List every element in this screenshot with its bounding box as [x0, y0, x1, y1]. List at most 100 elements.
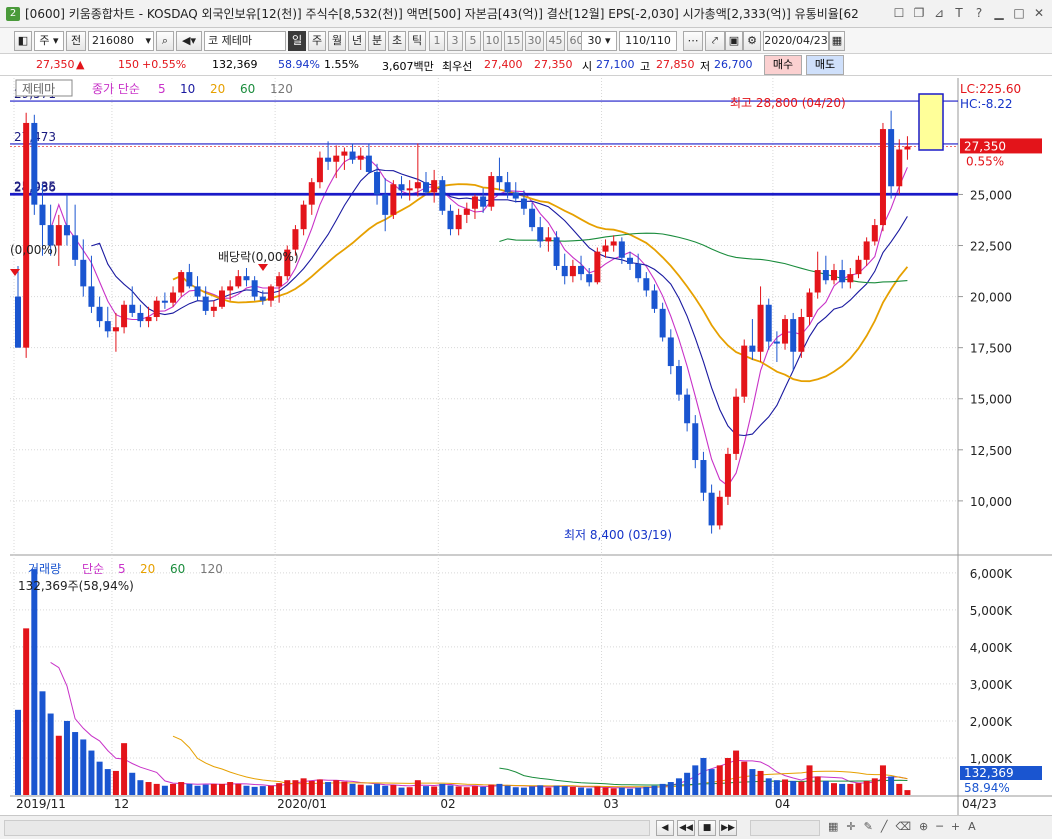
interval-button-6[interactable]: 45 [546, 31, 565, 51]
volume-value: 132,369 [212, 58, 258, 71]
volume-bar [790, 780, 797, 795]
volume-bar [871, 778, 878, 795]
gear-icon[interactable]: ⚙ [743, 31, 761, 51]
restore-icon[interactable]: ❐ [912, 6, 926, 20]
link-icon[interactable]: ⊿ [932, 6, 946, 20]
help-icon[interactable]: ? [972, 6, 986, 20]
buy-button[interactable]: 매수 [764, 55, 802, 75]
interval-button-3[interactable]: 10 [483, 31, 502, 51]
volume-bar [194, 785, 201, 795]
dash-tool-icon[interactable]: ─ [936, 820, 943, 833]
interval-button-4[interactable]: 15 [504, 31, 523, 51]
volume-bar [504, 785, 511, 795]
period-button-1[interactable]: 주 [308, 31, 326, 51]
stock-name-field[interactable]: 코 제테마 [204, 31, 286, 51]
pen-tool-icon[interactable]: ✎ [864, 820, 873, 833]
volume-bar [235, 783, 242, 795]
date-field[interactable]: 2020/04/23 [763, 31, 829, 51]
volume-ratio: 58.94% [278, 58, 320, 71]
volume-legend-ma-5: 5 [118, 562, 126, 576]
volume-bar [675, 778, 682, 795]
candle-body [243, 276, 250, 281]
zoom-in-icon[interactable]: + [951, 820, 960, 833]
interval-button-1[interactable]: 3 [447, 31, 463, 51]
grid-tool-icon[interactable]: ▦ [828, 820, 838, 833]
volume-bar [406, 787, 413, 795]
candle-body [716, 496, 723, 526]
magnet-tool-icon[interactable]: ⊕ [919, 820, 928, 833]
interval-select[interactable]: 30 ▾ [581, 31, 617, 51]
candle-body [675, 366, 682, 395]
volume-bar [512, 787, 519, 795]
volume-bar [863, 780, 870, 795]
stock-code-input[interactable]: 216080 ▾ [88, 31, 154, 51]
settings-icon[interactable]: ☐ [892, 6, 906, 20]
volume-bar [782, 779, 789, 795]
up-arrow-icon: ▲ [76, 58, 85, 71]
x-tick-label: 2020/01 [277, 797, 327, 811]
line-tool-icon[interactable]: ╱ [881, 820, 888, 833]
period-button-6[interactable]: 틱 [408, 31, 426, 51]
forward-icon[interactable]: ▶▶ [719, 820, 737, 836]
candle-body [137, 312, 144, 322]
scroll-track[interactable] [4, 820, 650, 836]
period-button-5[interactable]: 초 [388, 31, 406, 51]
highlight-box[interactable] [918, 93, 944, 151]
candle-body [553, 237, 560, 266]
volume-bar [374, 783, 381, 795]
stock-code-value: 216080 [92, 34, 134, 47]
trend-icon[interactable]: ⤤ [705, 31, 725, 51]
data-count-field[interactable]: 110/110 [619, 31, 677, 51]
volume-bar [651, 785, 658, 795]
maximize-icon[interactable]: □ [1012, 6, 1026, 20]
lc-label: LC:225.60 [960, 82, 1021, 96]
prev-button[interactable]: 전 [66, 31, 86, 51]
interval-button-0[interactable]: 1 [429, 31, 445, 51]
font-icon[interactable]: T [952, 6, 966, 20]
minimize-icon[interactable]: ▁ [992, 6, 1006, 20]
current-price-tag-value: 27,350 [964, 139, 1006, 153]
volume-bar [80, 739, 87, 795]
font-size-icon[interactable]: A [968, 820, 976, 833]
volume-bar [716, 765, 723, 795]
legend-ma-5: 5 [158, 82, 166, 96]
interval-button-5[interactable]: 30 [525, 31, 544, 51]
zoom-track[interactable] [750, 820, 820, 836]
period-button-2[interactable]: 월 [328, 31, 346, 51]
volume-bar [471, 786, 478, 795]
cross-tool-icon[interactable]: ✛ [846, 820, 855, 833]
rewind-icon[interactable]: ◀◀ [677, 820, 695, 836]
low-price: 26,700 [714, 58, 753, 71]
window-badge: 2 [6, 6, 20, 21]
save-icon[interactable]: ▣ [725, 31, 743, 51]
stop-icon[interactable]: ■ [698, 820, 716, 836]
candle-body [365, 155, 372, 172]
candle-body [724, 453, 731, 497]
candle-body [31, 122, 38, 205]
period-button-0[interactable]: 일 [288, 31, 306, 51]
market-select[interactable]: 주 ▾ [34, 31, 64, 51]
candle-body [904, 146, 911, 150]
period-button-4[interactable]: 분 [368, 31, 386, 51]
sound-icon[interactable]: ◀▾ [176, 31, 202, 51]
candle-body [529, 208, 536, 228]
volume-bar [814, 776, 821, 795]
sell-button[interactable]: 매도 [806, 55, 844, 75]
period-button-3[interactable]: 년 [348, 31, 366, 51]
volume-bar [610, 788, 617, 795]
candle-body [15, 296, 21, 348]
calendar-icon[interactable]: ▦ [829, 31, 845, 51]
candle-body [765, 304, 772, 342]
chart-scrollbar[interactable]: ◀ ◀◀ ■ ▶▶ ▦ ✛ ✎ ╱ ⌫ ⊕ ─ + A [0, 815, 1052, 839]
close-icon[interactable]: ✕ [1032, 6, 1046, 20]
stock-chart[interactable]: 29,57127,47325,03524,986 25,00022,50020,… [0, 76, 1052, 815]
dots-icon[interactable]: ⋯ [683, 31, 703, 51]
eraser-tool-icon[interactable]: ⌫ [895, 820, 911, 833]
search-icon[interactable]: ⌕ [156, 31, 174, 51]
layout-icon[interactable]: ◧ [14, 31, 32, 51]
price-tick-label: 10,000 [970, 495, 1012, 509]
price-tick-label: 17,500 [970, 342, 1012, 356]
scroll-left-icon[interactable]: ◀ [656, 820, 674, 836]
candle-body [651, 290, 658, 309]
interval-button-2[interactable]: 5 [465, 31, 481, 51]
